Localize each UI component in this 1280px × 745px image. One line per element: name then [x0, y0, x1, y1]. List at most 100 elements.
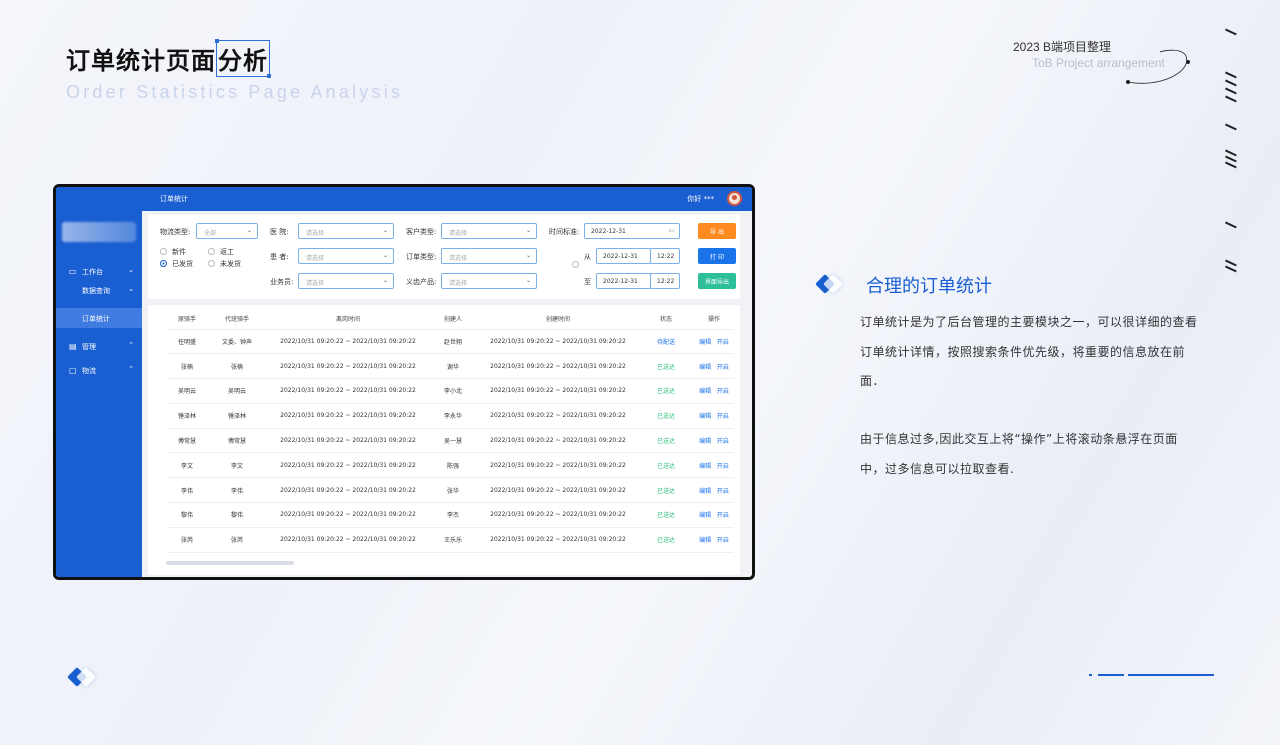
from-date-input[interactable]: 2022-12-31 — [596, 248, 651, 264]
user-greeting[interactable]: 你好 *** — [687, 194, 714, 204]
from-time-input[interactable]: 12:22 — [650, 248, 680, 264]
enable-link[interactable]: 开启 — [717, 388, 729, 395]
cell-rider: 张楠 — [168, 353, 206, 380]
cell-creator: 张华 — [428, 477, 478, 504]
order-type-select[interactable]: 请选择 ⌄ — [441, 248, 537, 264]
logistics-type-select[interactable]: 全部 ⌄ — [196, 223, 258, 239]
table-row[interactable]: 张芮 张芮 2022/10/31 09:20:22 ~ 2022/10/31 09:… — [168, 527, 734, 553]
salesman-select[interactable]: 请选择 ⌄ — [298, 273, 394, 289]
enable-link[interactable]: 开启 — [717, 364, 729, 371]
cell-substitute-rider: 黎伟 — [206, 502, 268, 528]
page-subtitle: Order Statistics Page Analysis — [66, 82, 404, 102]
edit-link[interactable]: 编辑 — [699, 512, 711, 519]
cell-created-time: 2022/10/31 09:20:22 ~ 2022/10/31 09:20:2… — [478, 329, 638, 355]
chevron-down-icon: ⌄ — [525, 227, 531, 234]
radio-shipped[interactable]: 已发货 — [160, 259, 193, 269]
edit-link[interactable]: 编辑 — [699, 339, 711, 346]
enable-link[interactable]: 开启 — [717, 438, 729, 445]
year-label: 2023 B端项目整理 — [1013, 40, 1112, 54]
sidebar-item-label: 订单统计 — [82, 315, 110, 323]
chevron-up-icon: ⌃ — [128, 341, 134, 349]
device-mockup: 订单统计 你好 *** ▭ 工作台 ⌄ 数据查询 ⌄ 订单统计 ▤ 管理 ⌃ ▢… — [53, 184, 755, 580]
cell-created-time: 2022/10/31 09:20:22 ~ 2022/10/31 09:20:2… — [478, 403, 638, 429]
to-time-input[interactable]: 12:22 — [650, 273, 680, 289]
logistics-type-label: 物流类型: — [160, 228, 191, 236]
range-toggle[interactable] — [572, 261, 584, 269]
section-paragraph-2: 由于信息过多,因此交互上将“操作”上将滚动条悬浮在页面中，过多信息可以拉取查看. — [860, 432, 1178, 476]
select-placeholder: 请选择 — [306, 230, 325, 237]
column-header: 操作 — [694, 309, 734, 330]
radio-circle — [208, 248, 215, 255]
cell-substitute-rider: 文委、钟声 — [206, 329, 268, 355]
time-standard-picker[interactable]: 2022-12-31 ▭ — [584, 223, 680, 239]
edit-link[interactable]: 编辑 — [699, 413, 711, 420]
cell-rider: 李伟 — [168, 477, 206, 504]
enable-link[interactable]: 开启 — [717, 463, 729, 470]
edit-link[interactable]: 编辑 — [699, 488, 711, 495]
app-page-title: 订单统计 — [160, 195, 188, 203]
edit-link[interactable]: 编辑 — [699, 438, 711, 445]
chevron-down-icon: ⌄ — [128, 266, 134, 274]
page-export-button[interactable]: 界面导出 — [698, 273, 736, 289]
edit-link[interactable]: 编辑 — [699, 364, 711, 371]
table-row[interactable]: 李文 李文 2022/10/31 09:20:22 ~ 2022/10/31 09:… — [168, 452, 734, 479]
table-row[interactable]: 张楠 张楠 2022/10/31 09:20:22 ~ 2022/10/31 09:… — [168, 353, 734, 380]
table-row[interactable]: 锤泽林 锤泽林 2022/10/31 09:20:22 ~ 2022/10/31 0… — [168, 403, 734, 429]
cell-actions: 编辑 开启 — [694, 527, 734, 553]
edit-link[interactable]: 编辑 — [699, 537, 711, 544]
date-value: 2022-12-31 — [591, 228, 626, 235]
radio-rework[interactable]: 返工 — [208, 247, 234, 257]
cell-leave-time: 2022/10/31 09:20:22 ~ 2022/10/31 09:20:2… — [268, 477, 428, 504]
table-row[interactable]: 黎伟 黎伟 2022/10/31 09:20:22 ~ 2022/10/31 09:… — [168, 502, 734, 528]
cell-leave-time: 2022/10/31 09:20:22 ~ 2022/10/31 09:20:2… — [268, 452, 428, 479]
cell-creator: 吴一慧 — [428, 428, 478, 454]
export-button[interactable]: 导 出 — [698, 223, 736, 239]
cell-actions: 编辑 开启 — [694, 353, 734, 380]
sidebar-item-manage[interactable]: ▤ 管理 ⌃ — [56, 336, 142, 356]
sidebar-item-data-query[interactable]: 数据查询 ⌄ — [56, 280, 142, 300]
avatar[interactable] — [727, 191, 742, 206]
radio-unshipped[interactable]: 未发货 — [208, 259, 241, 269]
select-value: 全部 — [204, 230, 217, 237]
cell-actions: 编辑 开启 — [694, 477, 734, 504]
cell-rider: 任明盛 — [168, 329, 206, 355]
enable-link[interactable]: 开启 — [717, 512, 729, 519]
sidebar-item-label: 管理 — [82, 343, 96, 351]
cell-actions: 编辑 开启 — [694, 502, 734, 528]
cell-created-time: 2022/10/31 09:20:22 ~ 2022/10/31 09:20:2… — [478, 502, 638, 528]
enable-link[interactable]: 开启 — [717, 488, 729, 495]
cell-created-time: 2022/10/31 09:20:22 ~ 2022/10/31 09:20:2… — [478, 428, 638, 454]
table-row[interactable]: 傅常慧 傅常慧 2022/10/31 09:20:22 ~ 2022/10/31 0… — [168, 428, 734, 454]
cell-actions: 编辑 开启 — [694, 403, 734, 429]
manage-icon: ▤ — [69, 342, 77, 351]
table-row[interactable]: 李伟 李伟 2022/10/31 09:20:22 ~ 2022/10/31 09:… — [168, 477, 734, 504]
table-row[interactable]: 任明盛 文委、钟声 2022/10/31 09:20:22 ~ 2022/10/31… — [168, 329, 734, 355]
status-badge: 已送达 — [638, 353, 694, 380]
sidebar-item-label: 物流 — [82, 367, 96, 375]
order-type-label: 订单类型: — [406, 253, 437, 261]
status-badge: 已送达 — [638, 378, 694, 404]
cell-actions: 编辑 开启 — [694, 378, 734, 404]
to-date-input[interactable]: 2022-12-31 — [596, 273, 651, 289]
enable-link[interactable]: 开启 — [717, 537, 729, 544]
status-badge: 已送达 — [638, 428, 694, 454]
enable-link[interactable]: 开启 — [717, 339, 729, 346]
print-button[interactable]: 打 印 — [698, 248, 736, 264]
patient-select[interactable]: 请选择 ⌄ — [298, 248, 394, 264]
radio-new[interactable]: 新件 — [160, 247, 186, 257]
sidebar-item-workbench[interactable]: ▭ 工作台 ⌄ — [56, 261, 142, 281]
order-table-panel: 原骑手 代班骑手 离岗时间 创建人 创建时间 状态 操作 任明盛 文委、钟声 202… — [148, 305, 740, 575]
edit-link[interactable]: 编辑 — [699, 463, 711, 470]
customer-type-select[interactable]: 请选择 ⌄ — [441, 223, 537, 239]
denture-product-select[interactable]: 请选择 ⌄ — [441, 273, 537, 289]
enable-link[interactable]: 开启 — [717, 413, 729, 420]
table-row[interactable]: 吴明云 吴明云 2022/10/31 09:20:22 ~ 2022/10/31 0… — [168, 378, 734, 404]
horizontal-scrollbar[interactable] — [166, 561, 294, 565]
chevron-down-icon: ⌄ — [246, 227, 252, 234]
edit-link[interactable]: 编辑 — [699, 388, 711, 395]
sidebar-item-order-stats[interactable]: 订单统计 — [56, 308, 142, 328]
hospital-select[interactable]: 请选择 ⌄ — [298, 223, 394, 239]
sidebar-item-logistics[interactable]: ▢ 物流 ⌃ — [56, 360, 142, 380]
deco-dot — [1089, 674, 1092, 676]
chevron-down-icon: ⌄ — [382, 252, 388, 259]
